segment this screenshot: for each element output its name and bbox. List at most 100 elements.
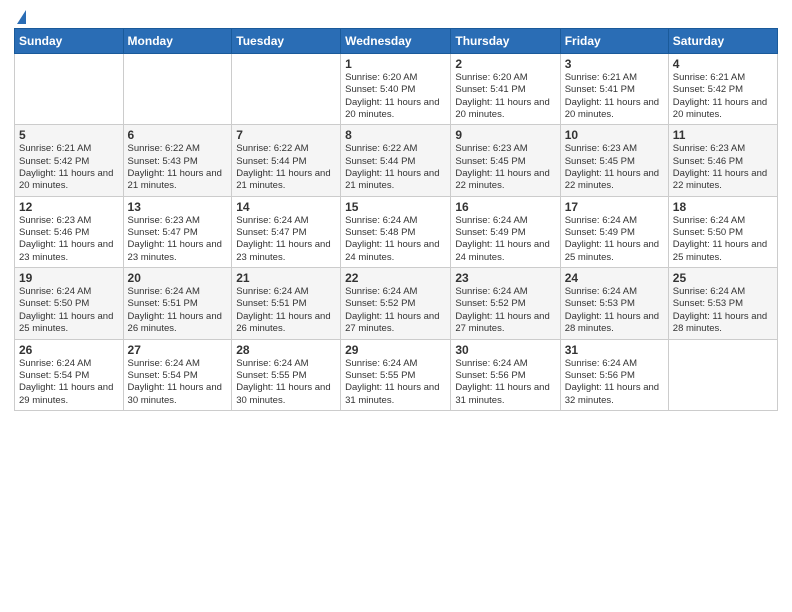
day-info: Sunrise: 6:22 AM Sunset: 5:44 PM Dayligh…: [236, 143, 336, 192]
day-number: 14: [236, 200, 336, 214]
calendar-cell: 16Sunrise: 6:24 AM Sunset: 5:49 PM Dayli…: [451, 196, 560, 267]
calendar-cell: 11Sunrise: 6:23 AM Sunset: 5:46 PM Dayli…: [668, 125, 777, 196]
day-info: Sunrise: 6:24 AM Sunset: 5:47 PM Dayligh…: [236, 215, 336, 264]
calendar-cell: 22Sunrise: 6:24 AM Sunset: 5:52 PM Dayli…: [341, 268, 451, 339]
day-number: 17: [565, 200, 664, 214]
day-info: Sunrise: 6:21 AM Sunset: 5:42 PM Dayligh…: [19, 143, 119, 192]
day-number: 15: [345, 200, 446, 214]
calendar-cell: 2Sunrise: 6:20 AM Sunset: 5:41 PM Daylig…: [451, 54, 560, 125]
day-info: Sunrise: 6:24 AM Sunset: 5:49 PM Dayligh…: [565, 215, 664, 264]
calendar-cell: 12Sunrise: 6:23 AM Sunset: 5:46 PM Dayli…: [15, 196, 124, 267]
day-info: Sunrise: 6:24 AM Sunset: 5:52 PM Dayligh…: [345, 286, 446, 335]
day-number: 3: [565, 57, 664, 71]
calendar-cell: 4Sunrise: 6:21 AM Sunset: 5:42 PM Daylig…: [668, 54, 777, 125]
day-header-wednesday: Wednesday: [341, 29, 451, 54]
day-number: 24: [565, 271, 664, 285]
calendar-cell: 9Sunrise: 6:23 AM Sunset: 5:45 PM Daylig…: [451, 125, 560, 196]
calendar-cell: 6Sunrise: 6:22 AM Sunset: 5:43 PM Daylig…: [123, 125, 232, 196]
day-number: 23: [455, 271, 555, 285]
day-header-monday: Monday: [123, 29, 232, 54]
calendar-cell: 15Sunrise: 6:24 AM Sunset: 5:48 PM Dayli…: [341, 196, 451, 267]
calendar-cell: 31Sunrise: 6:24 AM Sunset: 5:56 PM Dayli…: [560, 339, 668, 410]
calendar-week-row: 1Sunrise: 6:20 AM Sunset: 5:40 PM Daylig…: [15, 54, 778, 125]
calendar-cell: 28Sunrise: 6:24 AM Sunset: 5:55 PM Dayli…: [232, 339, 341, 410]
day-number: 4: [673, 57, 773, 71]
day-header-tuesday: Tuesday: [232, 29, 341, 54]
day-info: Sunrise: 6:23 AM Sunset: 5:45 PM Dayligh…: [455, 143, 555, 192]
day-info: Sunrise: 6:24 AM Sunset: 5:48 PM Dayligh…: [345, 215, 446, 264]
calendar-cell: [668, 339, 777, 410]
calendar-cell: 13Sunrise: 6:23 AM Sunset: 5:47 PM Dayli…: [123, 196, 232, 267]
calendar-cell: [123, 54, 232, 125]
calendar-cell: 5Sunrise: 6:21 AM Sunset: 5:42 PM Daylig…: [15, 125, 124, 196]
day-number: 30: [455, 343, 555, 357]
day-info: Sunrise: 6:24 AM Sunset: 5:51 PM Dayligh…: [128, 286, 228, 335]
day-header-thursday: Thursday: [451, 29, 560, 54]
day-info: Sunrise: 6:24 AM Sunset: 5:54 PM Dayligh…: [128, 358, 228, 407]
calendar-cell: 18Sunrise: 6:24 AM Sunset: 5:50 PM Dayli…: [668, 196, 777, 267]
day-number: 12: [19, 200, 119, 214]
day-number: 20: [128, 271, 228, 285]
day-info: Sunrise: 6:24 AM Sunset: 5:52 PM Dayligh…: [455, 286, 555, 335]
day-header-sunday: Sunday: [15, 29, 124, 54]
day-number: 2: [455, 57, 555, 71]
header: [14, 10, 778, 22]
day-number: 25: [673, 271, 773, 285]
day-info: Sunrise: 6:23 AM Sunset: 5:45 PM Dayligh…: [565, 143, 664, 192]
day-info: Sunrise: 6:22 AM Sunset: 5:43 PM Dayligh…: [128, 143, 228, 192]
calendar-cell: 29Sunrise: 6:24 AM Sunset: 5:55 PM Dayli…: [341, 339, 451, 410]
calendar-header-row: SundayMondayTuesdayWednesdayThursdayFrid…: [15, 29, 778, 54]
calendar-cell: 21Sunrise: 6:24 AM Sunset: 5:51 PM Dayli…: [232, 268, 341, 339]
day-number: 9: [455, 128, 555, 142]
calendar-cell: 26Sunrise: 6:24 AM Sunset: 5:54 PM Dayli…: [15, 339, 124, 410]
logo: [14, 10, 26, 22]
day-number: 8: [345, 128, 446, 142]
day-header-friday: Friday: [560, 29, 668, 54]
calendar-cell: 1Sunrise: 6:20 AM Sunset: 5:40 PM Daylig…: [341, 54, 451, 125]
day-number: 31: [565, 343, 664, 357]
day-info: Sunrise: 6:24 AM Sunset: 5:56 PM Dayligh…: [455, 358, 555, 407]
day-info: Sunrise: 6:22 AM Sunset: 5:44 PM Dayligh…: [345, 143, 446, 192]
calendar-cell: 3Sunrise: 6:21 AM Sunset: 5:41 PM Daylig…: [560, 54, 668, 125]
calendar-cell: [15, 54, 124, 125]
day-info: Sunrise: 6:24 AM Sunset: 5:53 PM Dayligh…: [565, 286, 664, 335]
day-info: Sunrise: 6:24 AM Sunset: 5:55 PM Dayligh…: [345, 358, 446, 407]
day-number: 22: [345, 271, 446, 285]
logo-triangle-icon: [17, 10, 26, 24]
day-header-saturday: Saturday: [668, 29, 777, 54]
day-info: Sunrise: 6:24 AM Sunset: 5:53 PM Dayligh…: [673, 286, 773, 335]
day-number: 7: [236, 128, 336, 142]
day-number: 27: [128, 343, 228, 357]
day-info: Sunrise: 6:20 AM Sunset: 5:41 PM Dayligh…: [455, 72, 555, 121]
day-info: Sunrise: 6:24 AM Sunset: 5:55 PM Dayligh…: [236, 358, 336, 407]
day-info: Sunrise: 6:23 AM Sunset: 5:46 PM Dayligh…: [673, 143, 773, 192]
day-info: Sunrise: 6:24 AM Sunset: 5:54 PM Dayligh…: [19, 358, 119, 407]
day-info: Sunrise: 6:23 AM Sunset: 5:46 PM Dayligh…: [19, 215, 119, 264]
day-number: 10: [565, 128, 664, 142]
calendar-week-row: 12Sunrise: 6:23 AM Sunset: 5:46 PM Dayli…: [15, 196, 778, 267]
day-number: 21: [236, 271, 336, 285]
calendar-cell: 24Sunrise: 6:24 AM Sunset: 5:53 PM Dayli…: [560, 268, 668, 339]
calendar-week-row: 26Sunrise: 6:24 AM Sunset: 5:54 PM Dayli…: [15, 339, 778, 410]
day-info: Sunrise: 6:20 AM Sunset: 5:40 PM Dayligh…: [345, 72, 446, 121]
calendar-cell: 23Sunrise: 6:24 AM Sunset: 5:52 PM Dayli…: [451, 268, 560, 339]
day-number: 28: [236, 343, 336, 357]
day-number: 13: [128, 200, 228, 214]
calendar-cell: 17Sunrise: 6:24 AM Sunset: 5:49 PM Dayli…: [560, 196, 668, 267]
day-info: Sunrise: 6:24 AM Sunset: 5:51 PM Dayligh…: [236, 286, 336, 335]
day-number: 11: [673, 128, 773, 142]
day-number: 6: [128, 128, 228, 142]
calendar-week-row: 19Sunrise: 6:24 AM Sunset: 5:50 PM Dayli…: [15, 268, 778, 339]
calendar-table: SundayMondayTuesdayWednesdayThursdayFrid…: [14, 28, 778, 411]
day-number: 5: [19, 128, 119, 142]
day-info: Sunrise: 6:21 AM Sunset: 5:42 PM Dayligh…: [673, 72, 773, 121]
calendar-cell: [232, 54, 341, 125]
day-info: Sunrise: 6:24 AM Sunset: 5:50 PM Dayligh…: [19, 286, 119, 335]
day-number: 16: [455, 200, 555, 214]
calendar-cell: 7Sunrise: 6:22 AM Sunset: 5:44 PM Daylig…: [232, 125, 341, 196]
day-info: Sunrise: 6:23 AM Sunset: 5:47 PM Dayligh…: [128, 215, 228, 264]
day-info: Sunrise: 6:24 AM Sunset: 5:49 PM Dayligh…: [455, 215, 555, 264]
calendar-week-row: 5Sunrise: 6:21 AM Sunset: 5:42 PM Daylig…: [15, 125, 778, 196]
calendar-cell: 30Sunrise: 6:24 AM Sunset: 5:56 PM Dayli…: [451, 339, 560, 410]
calendar-cell: 27Sunrise: 6:24 AM Sunset: 5:54 PM Dayli…: [123, 339, 232, 410]
